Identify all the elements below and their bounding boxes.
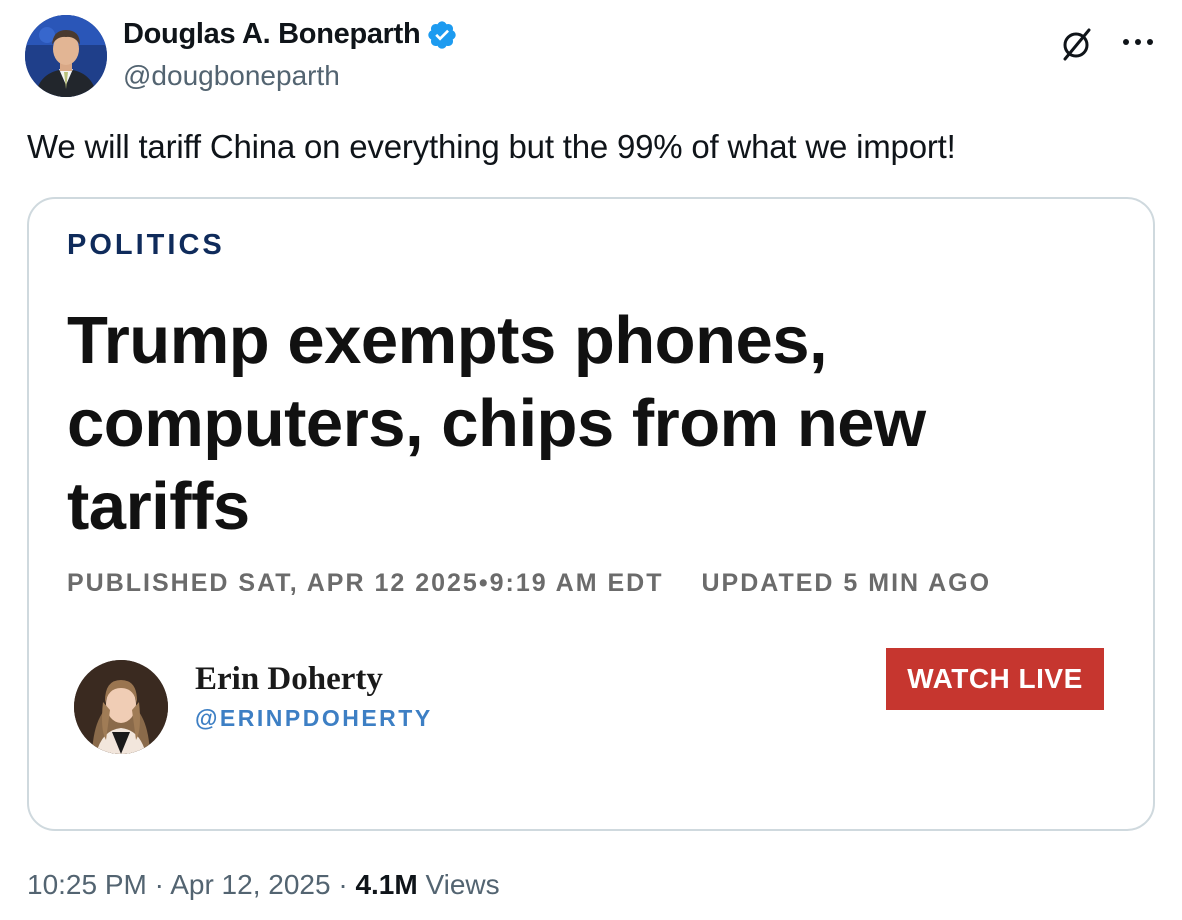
article-updated-time: UPDATED 5 MIN AGO (701, 569, 992, 597)
tweet-text: We will tariff China on everything but t… (27, 128, 956, 165)
author-avatar[interactable] (25, 15, 107, 97)
tweet-time[interactable]: 10:25 PM (27, 869, 147, 900)
footer-separator: · (330, 869, 356, 900)
author-display-name[interactable]: Douglas A. Boneparth (123, 18, 421, 51)
watch-live-button[interactable]: WATCH LIVE (886, 648, 1104, 710)
tweet-date[interactable]: Apr 12, 2025 (170, 869, 330, 900)
article-headline: Trump exempts phones, computers, chips f… (67, 303, 926, 544)
verified-badge-icon (428, 20, 457, 49)
article-author-avatar (74, 660, 168, 754)
article-section-label: POLITICS (67, 229, 225, 261)
footer-separator: · (146, 869, 171, 900)
more-options-icon[interactable] (1118, 34, 1158, 50)
author-handle[interactable]: @dougboneparth (123, 60, 340, 92)
article-published-date: PUBLISHED SAT, APR 12 2025•9:19 AM EDT (67, 569, 664, 597)
views-count[interactable]: 4.1M (355, 869, 417, 900)
tweet-footer: 10:25 PM · Apr 12, 2025 · 4.1M Views (27, 869, 500, 901)
article-author-handle: @ERINPDOHERTY (195, 705, 433, 731)
grok-icon[interactable] (1056, 24, 1096, 64)
views-label: Views (417, 869, 500, 900)
article-author-name: Erin Doherty (195, 661, 383, 697)
author-name-row: Douglas A. Boneparth (123, 18, 458, 51)
article-meta: PUBLISHED SAT, APR 12 2025•9:19 AM EDT U… (67, 569, 991, 598)
embedded-article-card[interactable]: POLITICS Trump exempts phones, computers… (27, 197, 1155, 831)
